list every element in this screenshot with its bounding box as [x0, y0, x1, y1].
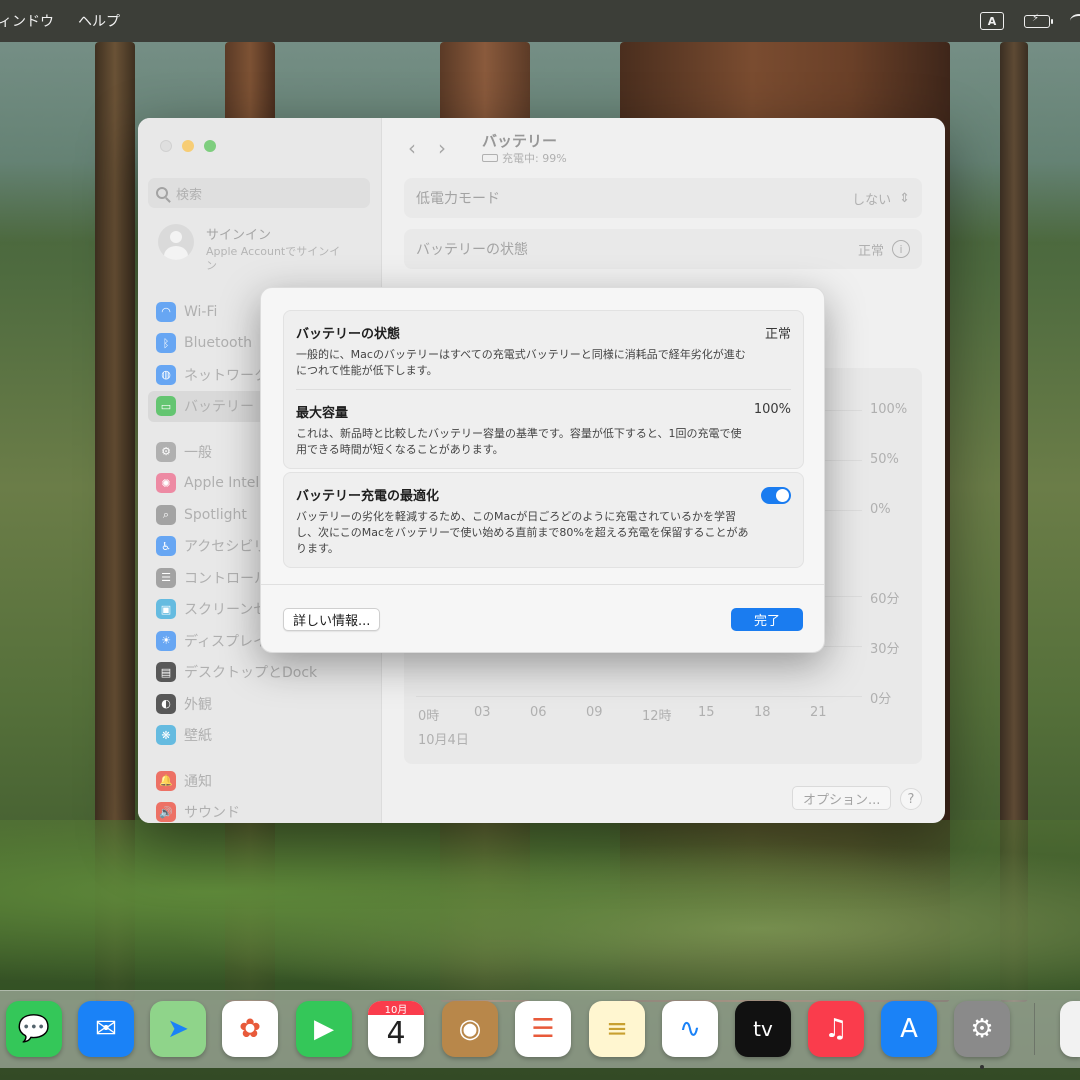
max-capacity-value: 100% [753, 402, 791, 417]
notes-icon[interactable]: ≡ [589, 1001, 645, 1057]
done-button[interactable]: 完了 [731, 608, 803, 631]
menu-bar: ィンドウ ヘルプ A [0, 0, 1080, 42]
optimized-charging-desc: バッテリーの劣化を軽減するため、このMacが日ごろどのように充電されているかを学… [296, 510, 749, 555]
optimized-charging-toggle[interactable] [761, 487, 791, 504]
wifi-status-icon[interactable] [1070, 14, 1080, 28]
calendar-day: 4 [386, 1016, 406, 1051]
reminders-icon[interactable]: ☰ [515, 1001, 571, 1057]
health-group: バッテリーの状態 正常 一般的に、Macのバッテリーはすべての充電式バッテリーと… [283, 310, 804, 469]
divider [261, 584, 824, 585]
maps-icon[interactable]: ➤ [150, 1001, 206, 1057]
wallpaper-foliage [0, 820, 1080, 1000]
battery-health-desc: 一般的に、Macのバッテリーはすべての充電式バッテリーと同様に消耗品で経年劣化が… [296, 348, 746, 377]
battery-health-sheet: バッテリーの状態 正常 一般的に、Macのバッテリーはすべての充電式バッテリーと… [260, 287, 825, 653]
mail-icon[interactable]: ✉ [78, 1001, 134, 1057]
trash-icon[interactable] [1060, 1001, 1080, 1057]
battery-status-icon[interactable] [1024, 13, 1053, 28]
menu-window[interactable]: ィンドウ [0, 11, 54, 31]
calendar-month: 10月 [368, 1001, 424, 1016]
running-indicator [980, 1065, 984, 1069]
photos-icon[interactable]: ✿ [222, 1001, 278, 1057]
freeform-icon[interactable]: ∿ [662, 1001, 718, 1057]
optimized-charging-title: バッテリー充電の最適化 [296, 489, 440, 504]
messages-icon[interactable]: 💬 [6, 1001, 62, 1057]
music-icon[interactable]: ♫ [808, 1001, 864, 1057]
calendar-icon[interactable]: 10月 4 [368, 1001, 424, 1057]
contacts-icon[interactable]: ◉ [442, 1001, 498, 1057]
battery-health-section: バッテリーの状態 正常 一般的に、Macのバッテリーはすべての充電式バッテリーと… [284, 311, 803, 389]
max-capacity-section: 最大容量 100% これは、新品時と比較したバッテリー容量の基準です。容量が低下… [284, 390, 803, 468]
optimized-charging-section: バッテリー充電の最適化 バッテリーの劣化を軽減するため、このMacが日ごろどのよ… [284, 473, 803, 567]
max-capacity-title: 最大容量 [296, 406, 349, 421]
battery-health-value: 正常 [764, 327, 791, 342]
optimize-group: バッテリー充電の最適化 バッテリーの劣化を軽減するため、このMacが日ごろどのよ… [283, 472, 804, 568]
max-capacity-desc: これは、新品時と比較したバッテリー容量の基準です。容量が低下すると、1回の充電で… [296, 427, 742, 456]
input-source-icon[interactable]: A [980, 12, 1004, 30]
dock: 💬 ✉ ➤ ✿ ▶ 10月 4 ◉ ☰ ≡ ∿ tv ♫ A ⚙ [0, 990, 1080, 1069]
system-settings-icon[interactable]: ⚙ [954, 1001, 1010, 1057]
battery-health-title: バッテリーの状態 [296, 327, 401, 342]
facetime-icon[interactable]: ▶ [296, 1001, 352, 1057]
app-store-icon[interactable]: A [881, 1001, 937, 1057]
dock-divider [1034, 1003, 1035, 1055]
menu-help[interactable]: ヘルプ [78, 11, 120, 31]
apple-tv-icon[interactable]: tv [735, 1001, 791, 1057]
more-info-button[interactable]: 詳しい情報... [283, 608, 381, 631]
